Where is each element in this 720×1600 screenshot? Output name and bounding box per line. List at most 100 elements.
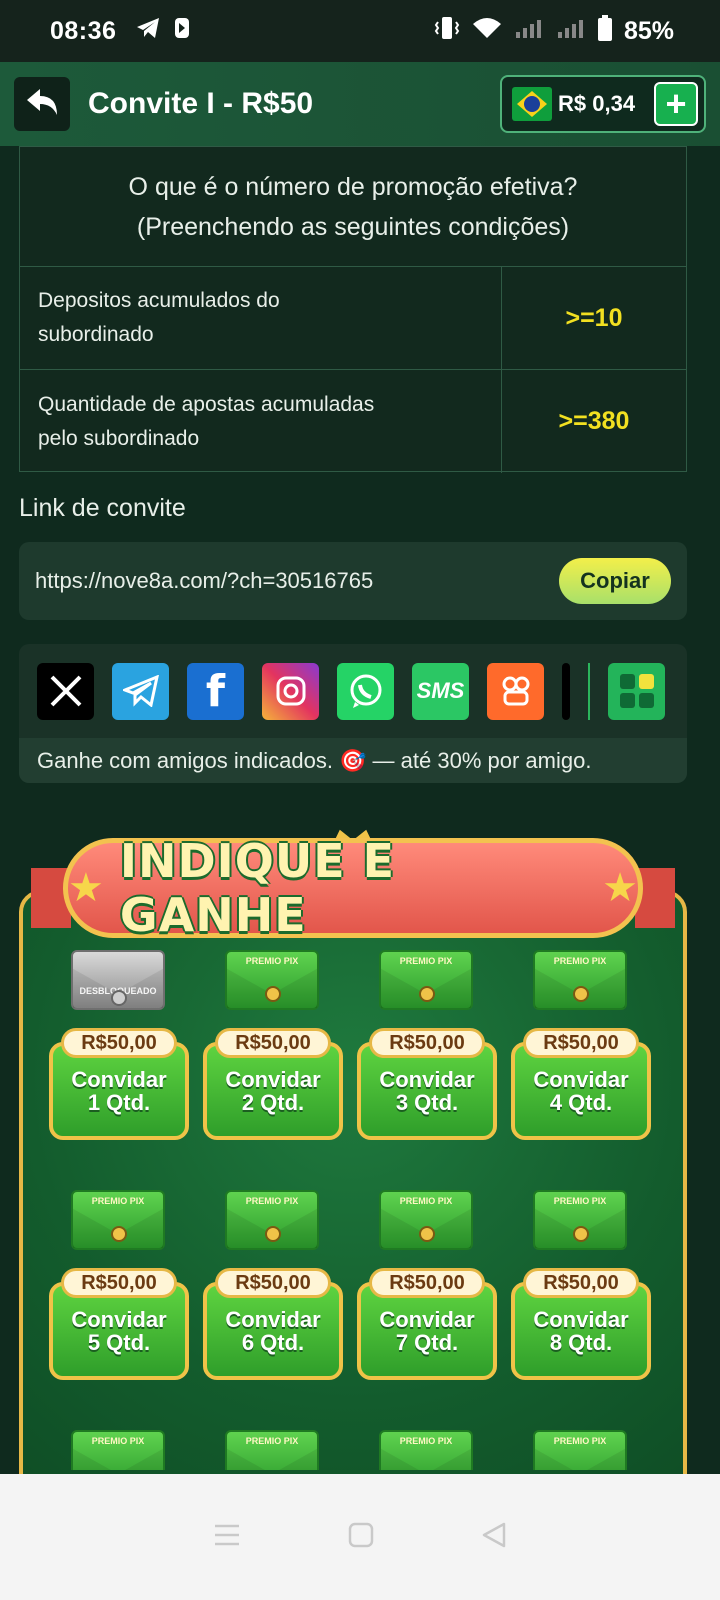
plus-icon: + <box>665 83 687 124</box>
envelope-icon: PREMIO PIX <box>379 950 473 1010</box>
conditions-heading: O que é o número de promoção efetiva? (P… <box>20 147 686 267</box>
reward-card[interactable]: DESBLOQUEADO R$50,00 Convidar1 Qtd. <box>43 950 191 1150</box>
app-header: Convite I - R$50 R$ 0,34 + <box>0 62 720 146</box>
conditions-heading-line1: O que é o número de promoção efetiva? <box>128 172 578 201</box>
share-divider <box>588 662 590 720</box>
envelope-icon: PREMIO PIX <box>71 1430 165 1470</box>
reward-card-partial[interactable]: PREMIO PIX <box>197 1430 345 1470</box>
star-icon: ★ <box>602 866 638 910</box>
status-time: 08:36 <box>50 16 117 45</box>
invite-link-url[interactable]: https://nove8a.com/?ch=30516765 <box>35 568 373 594</box>
facebook-icon[interactable]: f <box>187 662 244 720</box>
promo-banner: ★ INDIQUE E GANHE ★ <box>63 834 643 942</box>
kwai-icon[interactable] <box>487 662 544 720</box>
reward-qty: 3 Qtd. <box>395 1090 459 1115</box>
rewards-row-partial: PREMIO PIX PREMIO PIX PREMIO PIX PREMIO … <box>43 1430 663 1470</box>
reward-card-partial[interactable]: PREMIO PIX <box>351 1430 499 1470</box>
rewards-grid: DESBLOQUEADO R$50,00 Convidar1 Qtd. PREM… <box>43 950 663 1510</box>
reward-qty: 2 Qtd. <box>241 1090 305 1115</box>
balance-widget[interactable]: R$ 0,34 + <box>500 75 706 133</box>
reward-card[interactable]: PREMIO PIX R$50,00 Convidar 2 Qtd. <box>197 950 345 1150</box>
reward-amount: R$50,00 <box>369 1268 485 1298</box>
whatsapp-icon[interactable] <box>337 662 394 720</box>
indique-e-ganhe-panel: ★ INDIQUE E GANHE ★ DESBLOQUEADO R$50,00… <box>19 829 687 1510</box>
reward-action: Convidar <box>533 1067 629 1092</box>
reward-qty: 8 Qtd. <box>549 1330 613 1355</box>
reward-qty: 6 Qtd. <box>241 1330 305 1355</box>
reward-action: Convidar <box>225 1307 321 1332</box>
system-nav-bar <box>0 1474 720 1600</box>
signal-icon <box>514 16 544 47</box>
reward-card-partial[interactable]: PREMIO PIX <box>505 1430 653 1470</box>
reward-action: Convidar <box>379 1067 475 1092</box>
share-icons-row: f SMS <box>19 644 687 738</box>
brazil-flag-icon <box>512 87 552 121</box>
reward-qty: 7 Qtd. <box>395 1330 459 1355</box>
battery-level: 85% <box>623 16 674 45</box>
envelope-icon: PREMIO PIX <box>379 1190 473 1250</box>
reward-card[interactable]: PREMIO PIX R$50,00 Convidar 3 Qtd. <box>351 950 499 1150</box>
envelope-icon: PREMIO PIX <box>71 1190 165 1250</box>
telegram-notification-icon <box>136 17 160 46</box>
reward-qty: 4 Qtd. <box>549 1090 613 1115</box>
condition-row: Depositos acumulados do subordinado >=10 <box>20 267 686 370</box>
back-nav-icon[interactable] <box>481 1522 507 1553</box>
reward-amount: R$50,00 <box>61 1268 177 1298</box>
copy-button[interactable]: Copiar <box>559 558 671 604</box>
back-button[interactable] <box>14 77 70 131</box>
instagram-icon[interactable] <box>262 662 319 720</box>
more-apps-icon[interactable] <box>608 662 665 720</box>
share-note: Ganhe com amigos indicados. 🎯 — até 30% … <box>19 738 687 783</box>
reward-amount: R$50,00 <box>523 1028 639 1058</box>
envelope-icon: PREMIO PIX <box>225 1190 319 1250</box>
reward-action: Convidar <box>379 1307 475 1332</box>
recent-apps-icon[interactable] <box>213 1523 241 1552</box>
condition-value: >=380 <box>558 407 630 435</box>
reward-action: Convidar <box>71 1067 167 1092</box>
reward-card[interactable]: PREMIO PIX R$50,00 Convidar 6 Qtd. <box>197 1190 345 1390</box>
reward-card[interactable]: PREMIO PIX R$50,00 Convidar 5 Qtd. <box>43 1190 191 1390</box>
promo-banner-title: INDIQUE E GANHE <box>119 834 396 942</box>
reward-amount: R$50,00 <box>523 1268 639 1298</box>
battery-icon <box>597 14 612 48</box>
envelope-icon: PREMIO PIX <box>225 950 319 1010</box>
envelope-icon: PREMIO PIX <box>533 1430 627 1470</box>
rewards-row: PREMIO PIX R$50,00 Convidar 5 Qtd. PREMIO… <box>43 1190 663 1390</box>
signal-icon-2 <box>556 16 586 47</box>
telegram-icon[interactable] <box>112 662 169 720</box>
conditions-heading-line2: (Preenchendo as seguintes condições) <box>136 212 570 241</box>
balance-amount: R$ 0,34 <box>558 91 636 116</box>
reward-amount: R$50,00 <box>61 1028 177 1058</box>
invite-link-label: Link de convite <box>19 494 186 522</box>
reward-card[interactable]: PREMIO PIX R$50,00 Convidar 7 Qtd. <box>351 1190 499 1390</box>
condition-label: Depositos acumulados do subordinado <box>20 267 502 369</box>
app-notification-icon <box>174 17 190 46</box>
envelope-icon: PREMIO PIX <box>533 1190 627 1250</box>
envelope-icon: PREMIO PIX <box>379 1430 473 1470</box>
home-icon[interactable] <box>348 1522 374 1553</box>
reward-card[interactable]: PREMIO PIX R$50,00 Convidar 8 Qtd. <box>505 1190 653 1390</box>
reward-card[interactable]: PREMIO PIX R$50,00 Convidar 4 Qtd. <box>505 950 653 1150</box>
wifi-icon <box>472 16 502 47</box>
reward-card-partial[interactable]: PREMIO PIX <box>43 1430 191 1470</box>
envelope-icon: PREMIO PIX <box>533 950 627 1010</box>
conditions-table: O que é o número de promoção efetiva? (P… <box>19 146 687 473</box>
condition-row: Quantidade de apostas acumuladas pelo sub… <box>20 370 686 473</box>
reward-qty: 1 Qtd. <box>87 1090 151 1115</box>
reward-qty: 5 Qtd. <box>87 1330 151 1355</box>
reward-action: Convidar <box>71 1307 167 1332</box>
reward-amount: R$50,00 <box>215 1268 331 1298</box>
condition-value: >=10 <box>565 303 623 332</box>
deposit-plus-button[interactable]: + <box>654 82 698 126</box>
reward-action: Convidar <box>533 1307 629 1332</box>
rewards-row: DESBLOQUEADO R$50,00 Convidar1 Qtd. PREM… <box>43 950 663 1150</box>
star-icon: ★ <box>68 866 104 910</box>
x-icon[interactable] <box>37 662 94 720</box>
reward-amount: R$50,00 <box>215 1028 331 1058</box>
tiktok-icon[interactable] <box>562 662 570 720</box>
envelope-locked-icon: DESBLOQUEADO <box>71 950 165 1010</box>
status-bar: 08:36 85% <box>0 0 720 62</box>
sms-icon[interactable]: SMS <box>412 662 469 720</box>
invite-link-box: https://nove8a.com/?ch=30516765 Copiar <box>19 542 687 620</box>
back-arrow-icon <box>25 87 59 122</box>
